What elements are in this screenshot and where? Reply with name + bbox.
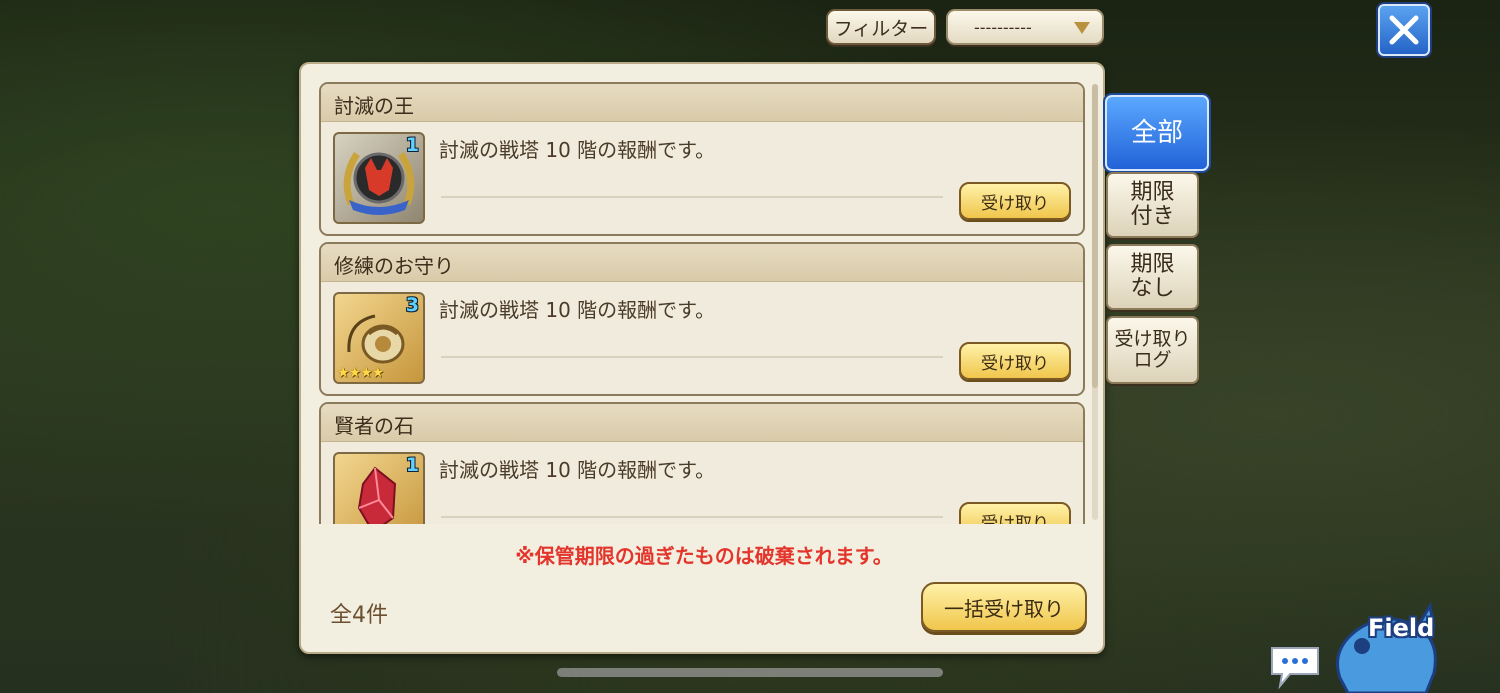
reward-list[interactable]: 討滅の王 1 討滅の戦塔 10 階の報酬です。 受け取り 修練のお守り 3 ★★… [319, 82, 1087, 524]
chat-bubble-icon [1271, 647, 1319, 690]
gift-box-panel: 討滅の王 1 討滅の戦塔 10 階の報酬です。 受け取り 修練のお守り 3 ★★… [299, 62, 1105, 654]
scrollbar[interactable] [1092, 84, 1098, 520]
field-label: Field [1368, 614, 1435, 642]
reward-card: 修練のお守り 3 ★★★★ 討滅の戦塔 10 階の報酬です。 受け取り [319, 242, 1085, 396]
reward-name: 賢者の石 [321, 404, 1083, 442]
tab-no-deadline[interactable]: 期限 なし [1106, 244, 1199, 310]
claim-button[interactable]: 受け取り [959, 342, 1071, 380]
fox-mask-emblem-icon: 1 [333, 132, 425, 224]
claim-button[interactable]: 受け取り [959, 502, 1071, 524]
red-crystal-icon: 1 [333, 452, 425, 524]
filter-dropdown[interactable]: ---------- [946, 9, 1104, 45]
claim-all-button[interactable]: 一括受け取り [921, 582, 1087, 632]
scrollbar-thumb[interactable] [1092, 84, 1098, 388]
reward-name: 修練のお守り [321, 244, 1083, 282]
reward-description: 討滅の戦塔 10 階の報酬です。 [439, 138, 716, 162]
divider [441, 356, 943, 358]
close-icon [1389, 15, 1419, 45]
creature-icon [1336, 601, 1437, 693]
rarity-stars: ★★★★ [337, 365, 384, 381]
chat-button[interactable] [1268, 644, 1322, 693]
expiry-warning: ※保管期限の過ぎたものは破棄されます。 [515, 544, 893, 568]
reward-card: 賢者の石 1 討滅の戦塔 10 階の報酬です。 受け取り [319, 402, 1085, 524]
filter-dropdown-value: ---------- [974, 17, 1032, 37]
home-indicator[interactable] [557, 668, 943, 677]
reward-description: 討滅の戦塔 10 階の報酬です。 [439, 458, 716, 482]
tab-with-deadline[interactable]: 期限 付き [1106, 172, 1199, 238]
reward-card: 討滅の王 1 討滅の戦塔 10 階の報酬です。 受け取り [319, 82, 1085, 236]
filter-button[interactable]: フィルター [826, 9, 936, 45]
tab-claim-log[interactable]: 受け取り ログ [1106, 316, 1199, 384]
divider [441, 516, 943, 518]
reward-name: 討滅の王 [321, 84, 1083, 122]
tab-all[interactable]: 全部 [1105, 95, 1209, 171]
divider [441, 196, 943, 198]
claim-button[interactable]: 受け取り [959, 182, 1071, 220]
total-count: 全4件 [330, 603, 388, 628]
field-button[interactable]: Field [1330, 598, 1450, 693]
reward-description: 討滅の戦塔 10 階の報酬です。 [439, 298, 716, 322]
item-quantity: 1 [405, 454, 419, 476]
amulet-pouch-icon: 3 ★★★★ [333, 292, 425, 384]
close-button[interactable] [1378, 4, 1430, 56]
item-quantity: 1 [405, 134, 419, 156]
chevron-down-icon [1074, 22, 1090, 34]
item-quantity: 3 [405, 294, 419, 316]
